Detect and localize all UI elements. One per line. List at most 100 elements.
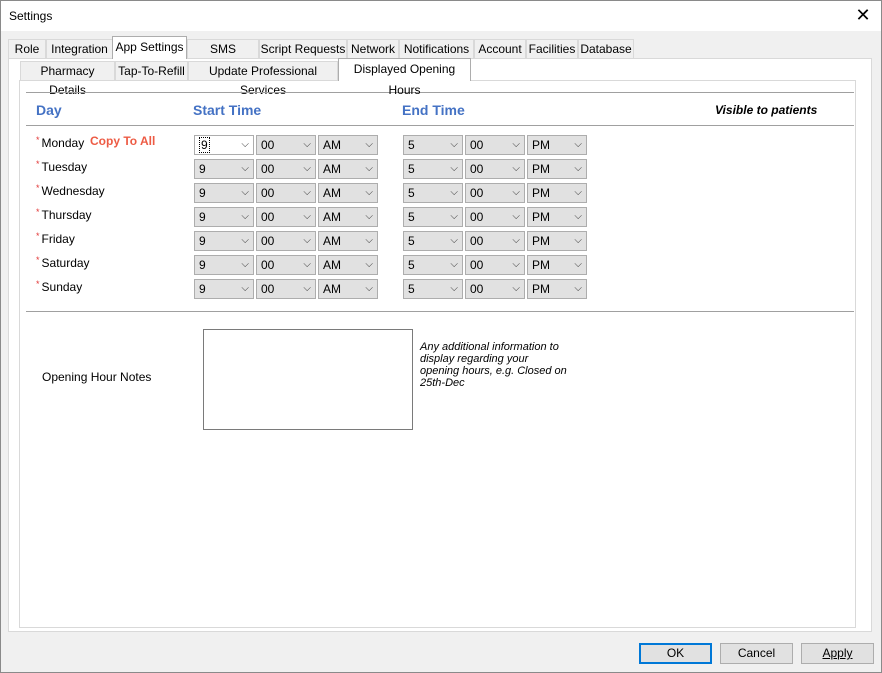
- monday-start-minute-select[interactable]: 00 ⌵: [256, 135, 316, 155]
- tab-sms-options[interactable]: SMS Options: [187, 39, 259, 75]
- tuesday-start-ampm-select[interactable]: AM ⌵: [318, 159, 378, 179]
- tab-role[interactable]: Role: [8, 39, 46, 58]
- chevron-down-icon: ⌵: [450, 163, 458, 174]
- tab-database[interactable]: Database: [578, 39, 634, 58]
- select-value: 00: [470, 210, 484, 224]
- chevron-down-icon: ⌵: [512, 187, 520, 198]
- sunday-end-hour-select[interactable]: 5 ⌵: [403, 279, 463, 299]
- tab-account[interactable]: Account: [474, 39, 526, 58]
- tuesday-end-ampm-select[interactable]: PM ⌵: [527, 159, 587, 179]
- chevron-down-icon: ⌵: [365, 235, 373, 246]
- saturday-end-minute-select[interactable]: 00 ⌵: [465, 255, 525, 275]
- chevron-down-icon: ⌵: [241, 259, 249, 270]
- select-value: PM: [532, 234, 550, 248]
- select-value: 00: [470, 162, 484, 176]
- chevron-down-icon: ⌵: [574, 139, 582, 150]
- select-value: PM: [532, 138, 550, 152]
- thursday-start-minute-select[interactable]: 00 ⌵: [256, 207, 316, 227]
- cancel-button[interactable]: Cancel: [720, 643, 793, 664]
- copy-to-all-link[interactable]: Copy To All: [90, 134, 155, 148]
- select-value: AM: [323, 162, 341, 176]
- chevron-down-icon: ⌵: [303, 139, 311, 150]
- select-value: 00: [261, 234, 275, 248]
- saturday-start-hour-select[interactable]: 9 ⌵: [194, 255, 254, 275]
- wednesday-start-hour-select[interactable]: 9 ⌵: [194, 183, 254, 203]
- thursday-end-hour-select[interactable]: 5 ⌵: [403, 207, 463, 227]
- day-name: Friday: [41, 232, 75, 246]
- thursday-start-hour-select[interactable]: 9 ⌵: [194, 207, 254, 227]
- monday-end-hour-select[interactable]: 5 ⌵: [403, 135, 463, 155]
- tab-tap-to-refill[interactable]: Tap-To-Refill: [115, 61, 188, 80]
- monday-start-hour-select[interactable]: 9 ⌵: [194, 135, 254, 155]
- chevron-down-icon: ⌵: [303, 163, 311, 174]
- tab-pharmacy-details[interactable]: Pharmacy Details: [20, 61, 115, 97]
- header-top-divider: [26, 92, 854, 93]
- friday-end-ampm-select[interactable]: PM ⌵: [527, 231, 587, 251]
- chevron-down-icon: ⌵: [241, 235, 249, 246]
- select-value: 5: [408, 186, 415, 200]
- sunday-start-hour-select[interactable]: 9 ⌵: [194, 279, 254, 299]
- wednesday-end-hour-select[interactable]: 5 ⌵: [403, 183, 463, 203]
- tuesday-end-hour-select[interactable]: 5 ⌵: [403, 159, 463, 179]
- sunday-end-ampm-select[interactable]: PM ⌵: [527, 279, 587, 299]
- select-value: 5: [408, 258, 415, 272]
- ok-button[interactable]: OK: [639, 643, 712, 664]
- thursday-end-minute-select[interactable]: 00 ⌵: [465, 207, 525, 227]
- sunday-start-minute-select[interactable]: 00 ⌵: [256, 279, 316, 299]
- opening-hour-notes-input[interactable]: [203, 329, 413, 430]
- saturday-end-hour-select[interactable]: 5 ⌵: [403, 255, 463, 275]
- chevron-down-icon: ⌵: [574, 211, 582, 222]
- sunday-end-minute-select[interactable]: 00 ⌵: [465, 279, 525, 299]
- select-value: 00: [470, 282, 484, 296]
- tuesday-end-minute-select[interactable]: 00 ⌵: [465, 159, 525, 179]
- monday-end-ampm-select[interactable]: PM ⌵: [527, 135, 587, 155]
- wednesday-end-ampm-select[interactable]: PM ⌵: [527, 183, 587, 203]
- chevron-down-icon: ⌵: [450, 139, 458, 150]
- tab-notifications[interactable]: Notifications: [399, 39, 474, 58]
- tab-displayed-opening-hours[interactable]: Displayed Opening Hours: [338, 58, 471, 97]
- tab-facilities[interactable]: Facilities: [526, 39, 578, 58]
- sunday-start-ampm-select[interactable]: AM ⌵: [318, 279, 378, 299]
- friday-end-minute-select[interactable]: 00 ⌵: [465, 231, 525, 251]
- select-value: AM: [323, 258, 341, 272]
- day-label-monday: * Monday: [36, 135, 84, 150]
- apply-button[interactable]: Apply: [801, 643, 874, 664]
- required-marker: *: [36, 279, 40, 289]
- chevron-down-icon: ⌵: [241, 163, 249, 174]
- friday-end-hour-select[interactable]: 5 ⌵: [403, 231, 463, 251]
- monday-end-minute-select[interactable]: 00 ⌵: [465, 135, 525, 155]
- thursday-end-ampm-select[interactable]: PM ⌵: [527, 207, 587, 227]
- saturday-start-minute-select[interactable]: 00 ⌵: [256, 255, 316, 275]
- chevron-down-icon: ⌵: [303, 211, 311, 222]
- day-header: Day: [36, 102, 62, 118]
- tab-network[interactable]: Network: [347, 39, 399, 58]
- thursday-start-ampm-select[interactable]: AM ⌵: [318, 207, 378, 227]
- select-value: 00: [470, 186, 484, 200]
- saturday-start-ampm-select[interactable]: AM ⌵: [318, 255, 378, 275]
- close-icon[interactable]: ✕: [853, 5, 873, 25]
- tuesday-start-minute-select[interactable]: 00 ⌵: [256, 159, 316, 179]
- tab-integration[interactable]: Integration: [46, 39, 113, 58]
- chevron-down-icon: ⌵: [241, 283, 249, 294]
- monday-start-ampm-select[interactable]: AM ⌵: [318, 135, 378, 155]
- end-time-header: End Time: [402, 102, 465, 118]
- wednesday-start-ampm-select[interactable]: AM ⌵: [318, 183, 378, 203]
- select-value: 00: [261, 282, 275, 296]
- tab-script-requests[interactable]: Script Requests: [259, 39, 347, 58]
- chevron-down-icon: ⌵: [303, 283, 311, 294]
- select-value: 00: [261, 138, 275, 152]
- friday-start-minute-select[interactable]: 00 ⌵: [256, 231, 316, 251]
- friday-start-hour-select[interactable]: 9 ⌵: [194, 231, 254, 251]
- tab-update-professional-services[interactable]: Update Professional Services: [188, 61, 338, 97]
- chevron-down-icon: ⌵: [574, 235, 582, 246]
- saturday-end-ampm-select[interactable]: PM ⌵: [527, 255, 587, 275]
- tuesday-start-hour-select[interactable]: 9 ⌵: [194, 159, 254, 179]
- select-value: 9: [199, 137, 210, 153]
- friday-start-ampm-select[interactable]: AM ⌵: [318, 231, 378, 251]
- wednesday-end-minute-select[interactable]: 00 ⌵: [465, 183, 525, 203]
- tab-app-settings[interactable]: App Settings: [112, 36, 187, 59]
- required-marker: *: [36, 183, 40, 193]
- select-value: 5: [408, 210, 415, 224]
- wednesday-start-minute-select[interactable]: 00 ⌵: [256, 183, 316, 203]
- select-value: AM: [323, 282, 341, 296]
